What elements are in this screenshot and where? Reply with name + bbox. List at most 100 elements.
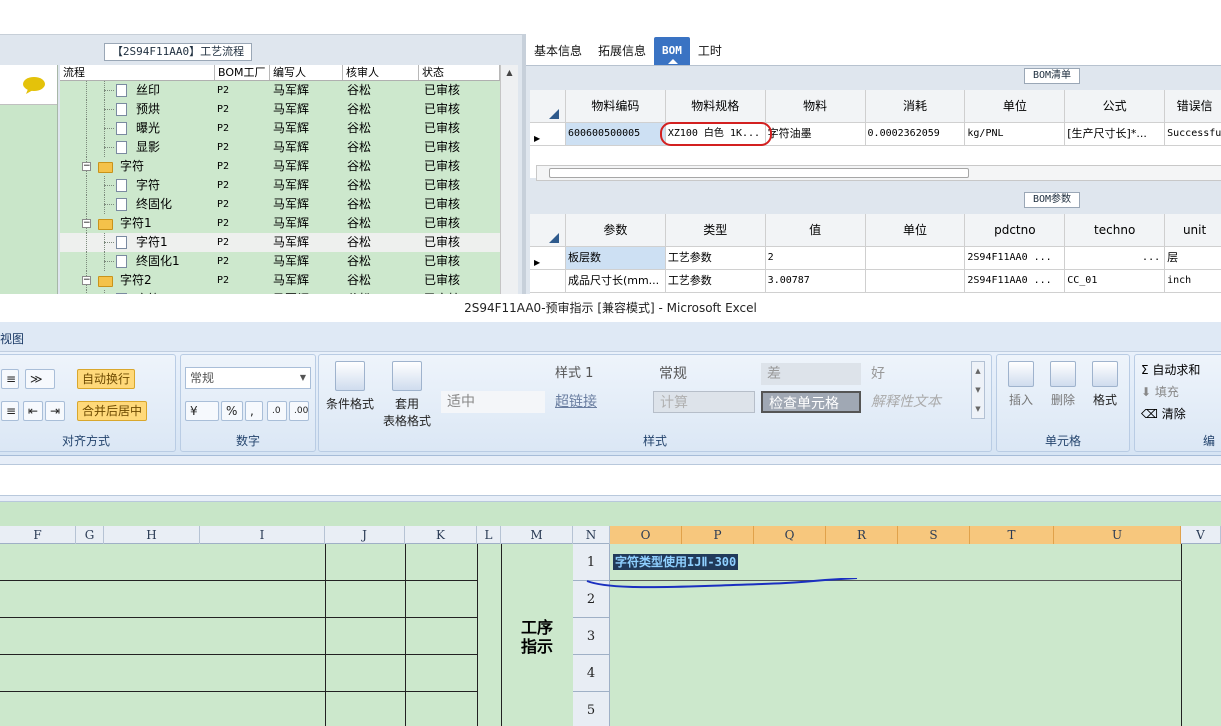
tree-node[interactable]: − 字符1 — [60, 214, 215, 233]
bom-col-spec[interactable]: 物料规格 — [666, 90, 766, 122]
param-col-name[interactable]: 参数 — [566, 214, 666, 246]
tree-row[interactable]: 曝光 P2 马军辉 谷松 已审核 — [60, 119, 500, 138]
param-col-techno[interactable]: techno — [1065, 214, 1166, 246]
conditional-format-button[interactable]: 条件格式 — [321, 361, 379, 412]
decrease-decimal-icon[interactable]: .00 — [289, 401, 309, 421]
param-cell[interactable]: 层 — [1165, 247, 1221, 269]
delete-button[interactable]: 删除 — [1043, 361, 1083, 408]
style-good[interactable]: 好 — [865, 363, 961, 385]
merge-center-button[interactable]: 合并后居中 — [77, 401, 148, 421]
tree-node[interactable]: 字符1 — [60, 233, 215, 252]
tree-row[interactable]: 丝印 P2 马军辉 谷松 已审核 — [60, 81, 500, 100]
bom-cell-consumption[interactable]: 0.0002362059 — [866, 123, 966, 145]
format-button[interactable]: 格式 — [1085, 361, 1125, 408]
tree-row[interactable]: 显影 P2 马军辉 谷松 已审核 — [60, 138, 500, 157]
bom-col-material[interactable]: 物料 — [766, 90, 866, 122]
tab-extended-info[interactable]: 拓展信息 — [590, 37, 654, 65]
bom-list-horizontal-scrollbar[interactable] — [536, 165, 1221, 181]
style-hyperlink[interactable]: 超链接 — [549, 391, 645, 413]
param-cell[interactable]: 工艺参数 — [666, 270, 766, 292]
decrease-indent-icon[interactable]: ⇤ — [23, 401, 43, 421]
tree-node[interactable]: 显影 — [60, 138, 215, 157]
col-header-F[interactable]: F — [0, 526, 76, 544]
percent-button[interactable]: % — [221, 401, 243, 421]
bom-cell-error[interactable]: Successful — [1165, 123, 1221, 145]
styles-scroll-icon[interactable]: ▲ ▼ ▼ — [971, 361, 985, 419]
table-row[interactable]: 成品尺寸长(mm... 工艺参数 3.00787 2S94F11AA0 ... … — [530, 270, 1221, 293]
worksheet-grid[interactable]: 1 2 3 4 5 工序 指示 字符类型使用IJⅡ-300 — [0, 544, 1221, 726]
bom-col-consumption[interactable]: 消耗 — [866, 90, 966, 122]
style-normal-1[interactable]: 样式 1 — [549, 363, 645, 385]
tree-node[interactable]: 字符 — [60, 176, 215, 195]
cell-O1-selected-text[interactable]: 字符类型使用IJⅡ-300 — [613, 554, 739, 570]
tree-row[interactable]: 字符1 P2 马军辉 谷松 已审核 — [60, 233, 500, 252]
bom-cell-unit[interactable]: kg/PNL — [965, 123, 1066, 145]
tree-node[interactable]: 预烘 — [60, 100, 215, 119]
style-neutral[interactable]: 适中 — [441, 391, 545, 413]
col-header-V[interactable]: V — [1181, 526, 1221, 544]
col-header-R[interactable]: R — [826, 526, 898, 544]
tree-row[interactable]: 字符 P2 马军辉 谷松 已审核 — [60, 176, 500, 195]
param-cell[interactable]: 3.00787 — [766, 270, 866, 292]
scroll-up-arrow-icon[interactable]: ▲ — [501, 68, 518, 77]
tree-node[interactable]: 终固化1 — [60, 252, 215, 271]
col-header-P[interactable]: P — [682, 526, 754, 544]
collapse-toggle-icon[interactable]: − — [82, 219, 91, 228]
param-cell[interactable]: 板层数 — [565, 247, 666, 269]
tree-row[interactable]: 终固化 P2 马军辉 谷松 已审核 — [60, 195, 500, 214]
currency-icon[interactable]: ¥ — [185, 401, 219, 421]
col-header-O[interactable]: O — [610, 526, 682, 544]
insert-button[interactable]: 插入 — [1001, 361, 1041, 408]
style-normal[interactable]: 常规 — [653, 363, 749, 385]
tree-node[interactable]: 丝印 — [60, 81, 215, 100]
number-format-select[interactable]: 常规 ▼ — [185, 367, 311, 389]
text-orientation-icon[interactable]: ≫ — [25, 369, 55, 389]
param-col-pdctno[interactable]: pdctno — [965, 214, 1066, 246]
bom-col-error[interactable]: 错误信 — [1165, 90, 1221, 122]
col-header-M[interactable]: M — [501, 526, 573, 544]
col-auditor-header[interactable]: 核审人 — [343, 65, 419, 80]
param-cell[interactable]: 2 — [766, 247, 866, 269]
format-as-table-button[interactable]: 套用 表格格式 — [379, 361, 435, 429]
formula-input[interactable] — [0, 464, 1221, 496]
autosum-button[interactable]: Σ 自动求和 — [1141, 361, 1200, 378]
bom-col-formula[interactable]: 公式 — [1065, 90, 1166, 122]
col-bom-header[interactable]: BOM工厂 — [215, 65, 270, 80]
col-header-N[interactable]: N — [573, 526, 610, 544]
param-cell[interactable]: CC_01 — [1065, 270, 1166, 292]
col-header-H[interactable]: H — [104, 526, 200, 544]
param-col-unit2[interactable]: unit — [1165, 214, 1221, 246]
collapse-toggle-icon[interactable]: − — [82, 276, 91, 285]
col-header-J[interactable]: J — [325, 526, 405, 544]
param-col-value[interactable]: 值 — [766, 214, 866, 246]
scroll-thumb[interactable] — [549, 168, 969, 178]
style-explanatory[interactable]: 解释性文本 — [865, 391, 961, 413]
param-cell[interactable]: ... — [1065, 247, 1166, 269]
col-header-G[interactable]: G — [76, 526, 104, 544]
param-cell[interactable]: inch — [1165, 270, 1221, 292]
tree-row[interactable]: − 字符1 P2 马军辉 谷松 已审核 — [60, 214, 500, 233]
tree-row[interactable]: − 字符2 P2 马军辉 谷松 已审核 — [60, 271, 500, 290]
col-header-U[interactable]: U — [1054, 526, 1181, 544]
tree-node[interactable]: − 字符 — [60, 157, 215, 176]
tab-bom[interactable]: BOM — [654, 37, 690, 65]
style-check-cell[interactable]: 检查单元格 — [761, 391, 861, 413]
tree-node[interactable]: 终固化 — [60, 195, 215, 214]
col-status-header[interactable]: 状态 — [419, 65, 500, 80]
tab-basic-info[interactable]: 基本信息 — [526, 37, 590, 65]
increase-indent-icon[interactable]: ⇥ — [45, 401, 65, 421]
wrap-text-button[interactable]: 自动换行 — [77, 369, 136, 389]
row-header-4[interactable]: 4 — [573, 655, 610, 692]
bom-cell-formula[interactable]: [生产尺寸长]*... — [1065, 123, 1166, 145]
param-cell[interactable] — [866, 270, 966, 292]
comma-button[interactable]: , — [245, 401, 263, 421]
table-row[interactable]: ▶ 板层数 工艺参数 2 2S94F11AA0 ... ... 层 — [530, 247, 1221, 270]
style-bad[interactable]: 差 — [761, 363, 861, 385]
table-row[interactable]: ▶ 600600500005 XZ100 白色 1K... 字符油墨 0.000… — [530, 123, 1221, 146]
col-header-Q[interactable]: Q — [754, 526, 826, 544]
col-header-T[interactable]: T — [970, 526, 1054, 544]
col-header-L[interactable]: L — [477, 526, 501, 544]
col-flow-header[interactable]: 流程 — [60, 65, 215, 80]
param-cell[interactable]: 工艺参数 — [666, 247, 766, 269]
tree-row[interactable]: 预烘 P2 马军辉 谷松 已审核 — [60, 100, 500, 119]
